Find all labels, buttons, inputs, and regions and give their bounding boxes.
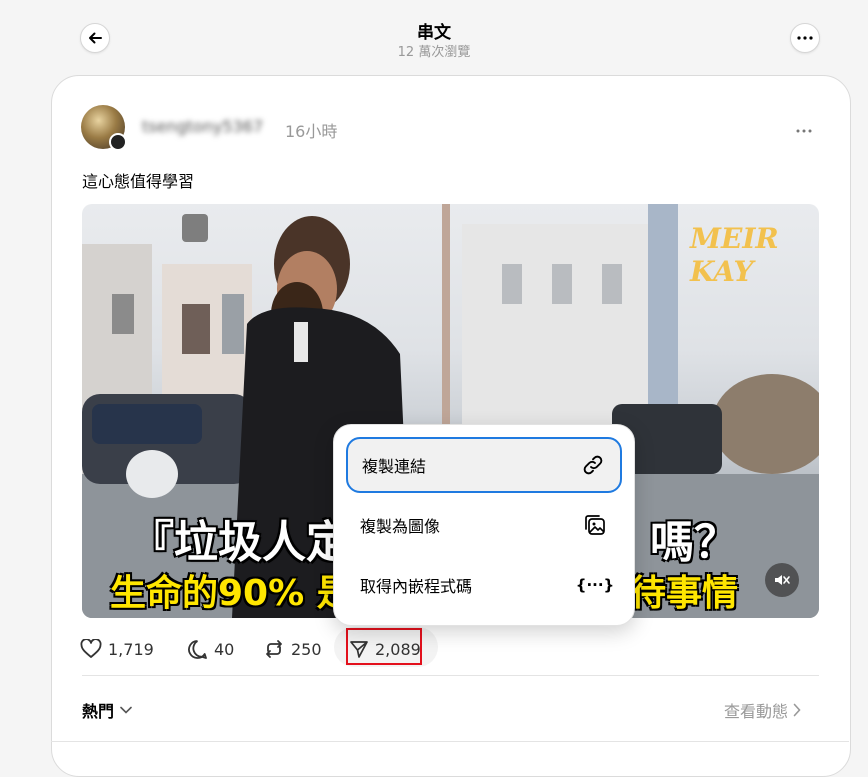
view-activity-link[interactable]: 查看動態 <box>724 698 802 722</box>
view-count: 12 萬次瀏覽 <box>397 45 471 60</box>
header-more-button[interactable] <box>790 23 820 53</box>
video-watermark: MEIR KAY <box>690 222 779 288</box>
chevron-down-icon <box>120 706 132 714</box>
repost-button[interactable]: 250 <box>263 634 322 664</box>
divider <box>51 741 849 742</box>
like-count: 1,719 <box>108 639 154 659</box>
page-title: 串文 <box>417 23 451 43</box>
sort-dropdown[interactable]: 熱門 <box>82 698 132 722</box>
menu-item-label: 取得內嵌程式碼 <box>360 577 473 596</box>
post-caption: 這心態值得學習 <box>82 172 195 191</box>
comment-button[interactable]: 40 <box>187 634 234 664</box>
divider <box>82 675 819 676</box>
comment-count: 40 <box>214 639 235 659</box>
embed-code-icon: {···} <box>575 576 615 594</box>
like-button[interactable]: 1,719 <box>80 634 154 664</box>
mute-button[interactable] <box>765 563 799 597</box>
repost-count: 250 <box>291 639 322 659</box>
post-more-button[interactable] <box>796 118 812 137</box>
menu-item-get-embed-code[interactable]: 取得內嵌程式碼 {···} <box>346 557 622 613</box>
menu-item-copy-link[interactable]: 複製連結 <box>346 437 622 493</box>
chevron-right-icon <box>793 703 801 717</box>
menu-item-label: 複製為圖像 <box>360 517 441 536</box>
video-subtitle-line1-right: 嗎？ <box>650 517 738 568</box>
video-subtitle-line1: 『垃圾人定 <box>130 517 350 568</box>
username[interactable]: tsengtony5367 <box>142 117 263 136</box>
repost-icon <box>266 640 282 658</box>
activity-label: 查看動態 <box>724 702 789 721</box>
comment-icon <box>188 639 207 659</box>
image-icon <box>582 512 608 538</box>
share-highlight-box <box>346 628 422 665</box>
menu-item-copy-as-image[interactable]: 複製為圖像 <box>346 497 622 553</box>
share-menu: 複製連結 複製為圖像 取得內嵌程式碼 {···} <box>333 424 635 626</box>
link-icon <box>580 452 606 478</box>
more-icon <box>797 36 813 40</box>
video-subtitle-line2-right: 待事情 <box>630 573 739 614</box>
post-timestamp: 16小時 <box>285 122 338 141</box>
sort-label: 熱門 <box>82 702 115 721</box>
video-subtitle-line2: 生命的90% 是 <box>110 573 353 614</box>
muted-speaker-icon <box>775 575 790 585</box>
avatar-badge <box>109 133 127 151</box>
more-icon <box>796 129 812 133</box>
menu-item-label: 複製連結 <box>362 457 427 476</box>
heart-icon <box>80 639 102 658</box>
